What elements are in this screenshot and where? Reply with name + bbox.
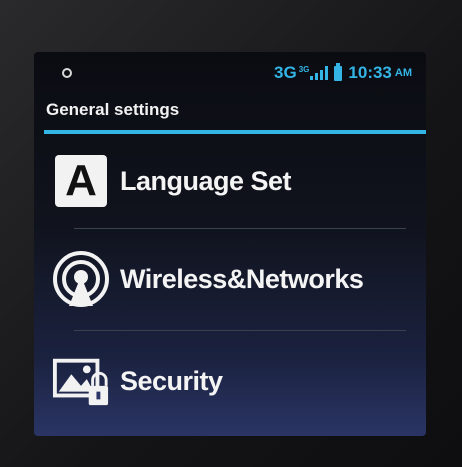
menu-divider [74, 330, 406, 331]
menu-item-label: Security [120, 365, 223, 396]
page-title: General settings [46, 100, 180, 119]
status-indicators: 3G 3G 10:33 AM [274, 62, 412, 84]
status-bar: 3G 3G 10:33 AM [34, 52, 426, 92]
menu-item-language-set[interactable]: A Language Set [52, 140, 412, 222]
signal-icon: 3G [299, 66, 329, 80]
wireless-broadcast-icon [52, 250, 110, 308]
network-type: 3G [274, 63, 297, 82]
device-screen: 3G 3G 10:33 AM General settings A Langua… [34, 52, 426, 436]
menu-item-label: Wireless&Networks [120, 263, 364, 294]
security-lock-image-icon [52, 352, 110, 410]
menu-item-label: Language Set [120, 165, 292, 196]
clock-time: 10:33 [348, 63, 392, 82]
battery-icon [334, 62, 343, 81]
language-a-icon: A [52, 152, 110, 210]
menu-divider [74, 228, 406, 229]
clock-ampm: AM [394, 67, 412, 79]
menu-item-security[interactable]: Security [52, 340, 412, 422]
network-sup: 3G [298, 65, 310, 74]
menu-item-wireless-networks[interactable]: Wireless&Networks [52, 238, 412, 320]
language-a-glyph: A [55, 155, 107, 207]
signal-bars [310, 66, 329, 80]
header-divider [44, 130, 426, 134]
location-dot-icon [62, 68, 72, 78]
